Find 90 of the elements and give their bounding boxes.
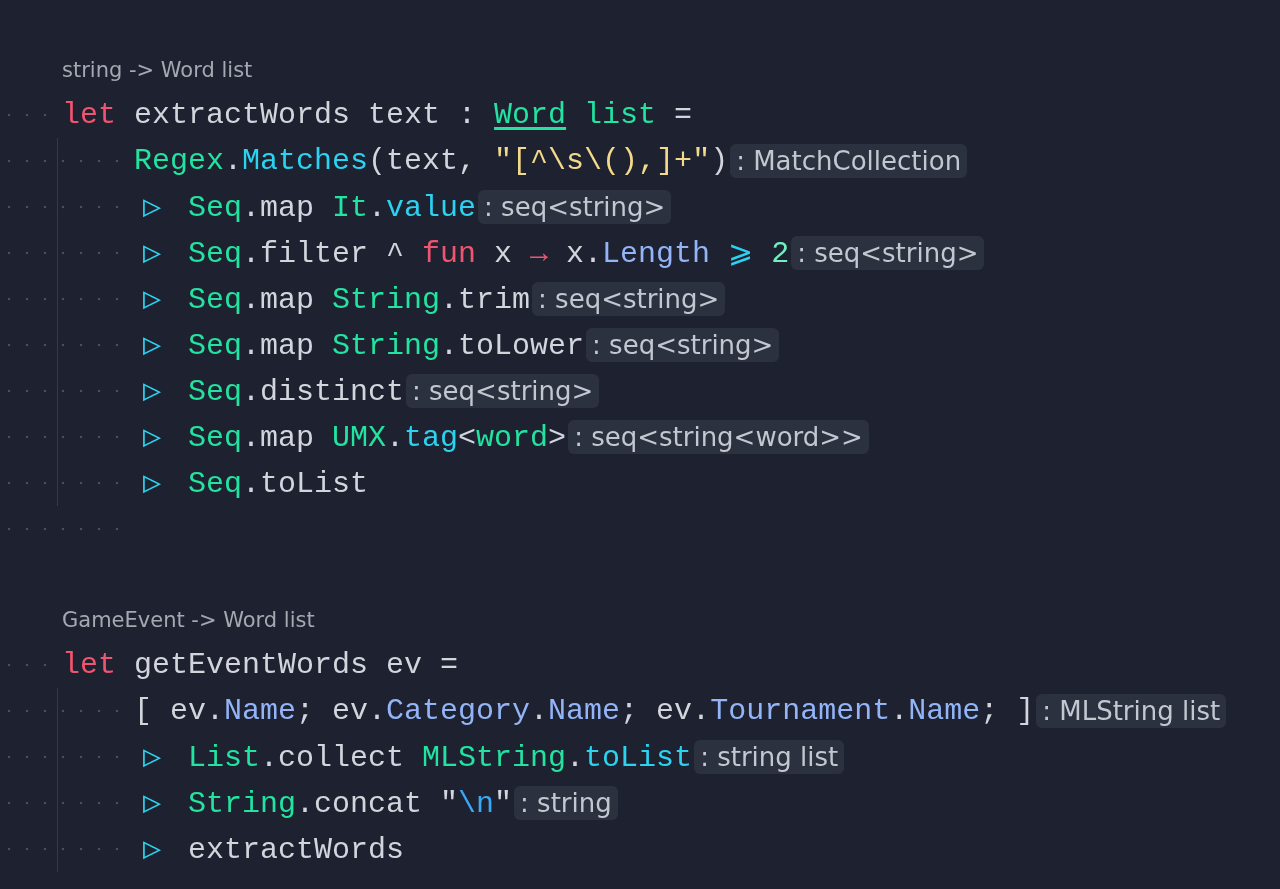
code-text: < <box>458 421 477 455</box>
type-hint: : string list <box>694 740 845 774</box>
type-hint: : seq<string> <box>478 190 672 224</box>
pipe-operator: ▷ <box>141 783 163 821</box>
keyword: → <box>530 237 549 271</box>
pipe-operator: ▷ <box>141 233 163 271</box>
code-text: ) <box>710 144 729 178</box>
keyword: fun <box>422 237 477 271</box>
property-name: Length <box>602 237 711 271</box>
pipe-operator: ▷ <box>141 371 163 409</box>
code-text: .toLower <box>440 329 585 363</box>
module-name: Seq <box>187 283 242 317</box>
code-text: = <box>673 98 693 132</box>
module-name: String <box>332 283 441 317</box>
method-name: value <box>386 191 477 225</box>
module-name: String <box>187 787 297 821</box>
pipe-operator: ▷ <box>141 737 163 775</box>
type-hint: : seq<string> <box>791 236 985 270</box>
module-name: Seq <box>187 467 242 501</box>
code-text: .map <box>242 329 316 363</box>
module-name: String <box>332 329 441 363</box>
code-text: getEventWords ev = <box>133 648 459 682</box>
code-lens[interactable]: string -> Word list <box>62 55 253 87</box>
module-name: Seq <box>187 421 242 455</box>
module-name: Seq <box>187 375 242 409</box>
module-name: It <box>332 191 369 225</box>
pipe-operator: ▷ <box>141 417 163 455</box>
module-name: UMX <box>332 421 387 455</box>
code-text: .map <box>242 283 316 317</box>
module-name: MLString <box>422 741 567 775</box>
property-name: Tournament <box>710 694 891 728</box>
code-text: ; ev. <box>296 694 387 728</box>
pipe-operator: ▷ <box>141 829 163 867</box>
code-text: .map <box>242 191 316 225</box>
type-hint: : seq<string> <box>406 374 600 408</box>
code-text: .concat " <box>296 787 459 821</box>
code-text: . <box>530 694 549 728</box>
code-text: .distinct <box>242 375 405 409</box>
code-text: . <box>890 694 909 728</box>
code-text: .collect <box>260 741 406 775</box>
module-name: Seq <box>187 237 242 271</box>
code-text: .toList <box>242 467 369 501</box>
code-text: extractWords <box>187 833 405 867</box>
method-name: tag <box>404 421 459 455</box>
property-name: Name <box>224 694 297 728</box>
code-text: ; ] <box>980 694 1035 728</box>
code-text: [ ev. <box>134 694 224 728</box>
type-hint: : string <box>514 786 618 820</box>
code-text: ; ev. <box>620 694 711 728</box>
operator: ⩾ <box>727 237 754 271</box>
code-text: .trim <box>440 283 531 317</box>
code-text: > <box>548 421 567 455</box>
method-name: toList <box>584 741 693 775</box>
code-text: . <box>368 191 387 225</box>
property-name: Name <box>548 694 621 728</box>
type-hint: : seq<string> <box>586 328 780 362</box>
pipe-operator: ▷ <box>141 187 163 225</box>
keyword: let <box>62 98 116 132</box>
code-text: (text, <box>368 144 478 178</box>
property-name: Name <box>908 694 981 728</box>
escape-sequence: \n <box>458 787 495 821</box>
code-text: .filter ^ <box>242 237 406 271</box>
code-text: x. <box>565 237 603 271</box>
module-name: word <box>476 421 549 455</box>
pipe-operator: ▷ <box>141 325 163 363</box>
pipe-operator: ▷ <box>141 463 163 501</box>
code-text: . <box>566 741 585 775</box>
method-name: Matches <box>242 144 369 178</box>
module-name: Seq <box>187 191 242 225</box>
code-text: x <box>493 237 514 271</box>
type-hint: : MatchCollection <box>730 144 968 178</box>
pipe-operator: ▷ <box>141 279 163 317</box>
code-text: extractWords text : <box>133 98 478 132</box>
type-hint: : seq<string<word>> <box>568 420 869 454</box>
code-text: " <box>494 787 513 821</box>
type-link[interactable]: Word <box>494 98 567 132</box>
property-name: Category <box>386 694 531 728</box>
type-hint: : MLString list <box>1036 694 1227 728</box>
keyword: let <box>62 648 116 682</box>
code-text: . <box>224 144 243 178</box>
type-hint: : seq<string> <box>532 282 726 316</box>
type-name: list <box>583 98 657 132</box>
number-literal: 2 <box>770 237 790 271</box>
module-name: List <box>187 741 260 775</box>
module-name: Regex <box>134 144 224 178</box>
string-literal: "[^\s\(),]+" <box>494 144 711 178</box>
module-name: Seq <box>187 329 242 363</box>
code-text: . <box>386 421 405 455</box>
code-lens[interactable]: GameEvent -> Word list <box>62 605 315 637</box>
code-text: .map <box>242 421 316 455</box>
